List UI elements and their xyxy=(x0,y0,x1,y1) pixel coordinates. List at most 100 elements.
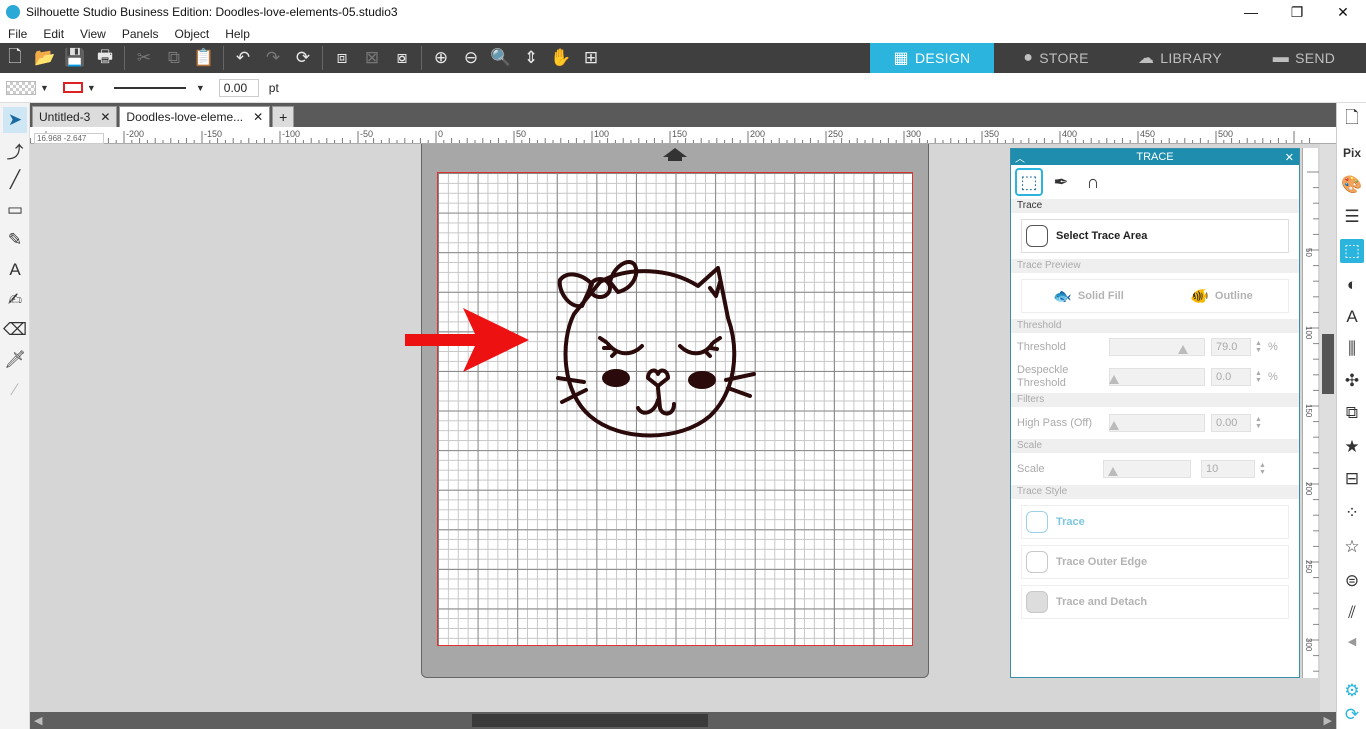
fill-pen-icon[interactable]: ✍ xyxy=(3,287,27,313)
sync-icon[interactable]: ⟳ xyxy=(1340,703,1364,727)
point-edit-icon[interactable]: ⤴ xyxy=(3,137,27,163)
menu-file[interactable]: File xyxy=(0,27,35,41)
text-style-icon[interactable]: A xyxy=(1340,305,1364,329)
transform-icon[interactable]: ✣ xyxy=(1340,369,1364,393)
trace-outer-edge-button[interactable]: Trace Outer Edge xyxy=(1021,545,1289,579)
menu-panels[interactable]: Panels xyxy=(114,27,167,41)
trace-button[interactable]: Trace xyxy=(1021,505,1289,539)
eyedropper-icon[interactable]: ⁄ xyxy=(3,377,27,403)
new-file-icon[interactable]: 🗋 xyxy=(4,47,26,69)
pencil-tool-icon[interactable]: ✎ xyxy=(3,227,27,253)
threshold-value[interactable]: 79.0 xyxy=(1211,338,1251,356)
close-button[interactable]: ✕ xyxy=(1320,0,1366,24)
cat-doodle-image[interactable] xyxy=(550,252,780,448)
line-color-swatch[interactable] xyxy=(62,82,83,93)
menu-object[interactable]: Object xyxy=(167,27,218,41)
scale-slider-knob[interactable] xyxy=(1108,467,1118,476)
despeckle-slider[interactable] xyxy=(1109,368,1205,386)
vertical-scroll-thumb[interactable] xyxy=(1322,334,1334,394)
favorites-star-icon[interactable]: ★ xyxy=(1340,435,1364,459)
open-folder-icon[interactable]: 📂 xyxy=(34,47,56,69)
restore-button[interactable]: ❐ xyxy=(1274,0,1320,24)
select-trace-area-button[interactable]: Select Trace Area xyxy=(1021,219,1289,253)
horizontal-scrollbar[interactable]: ◀ ▶ xyxy=(30,712,1336,729)
sketch-icon[interactable]: ⫽ xyxy=(1340,601,1364,625)
fill-palette-icon[interactable]: 🎨 xyxy=(1340,173,1364,197)
doc-tab-untitled-3[interactable]: Untitled-3 ✕ xyxy=(32,106,118,127)
text-tool-icon[interactable]: A xyxy=(3,257,27,283)
undo-icon[interactable]: ↶ xyxy=(232,47,254,69)
close-icon[interactable]: ✕ xyxy=(1285,151,1294,164)
knife-tool-icon[interactable]: 🗡 xyxy=(3,347,27,373)
line-tool-icon[interactable]: ╱ xyxy=(3,167,27,193)
doc-tab-doodles[interactable]: Doodles-love-eleme... ✕ xyxy=(119,106,271,127)
threshold-slider-knob[interactable] xyxy=(1177,345,1188,354)
redraw-icon[interactable]: ⟳ xyxy=(292,47,314,69)
save-icon[interactable]: 💾 xyxy=(64,47,86,69)
drag-zoom-icon[interactable]: ⇕ xyxy=(520,47,542,69)
spinner-icon[interactable]: ▲ ▼ xyxy=(1255,370,1262,384)
tab-send[interactable]: ▬ SEND xyxy=(1242,43,1366,73)
high-pass-slider[interactable] xyxy=(1109,414,1205,432)
select-arrow-icon[interactable]: ➤ xyxy=(3,107,27,133)
settings-gear-icon[interactable]: ⚙ xyxy=(1340,679,1364,703)
zoom-in-icon[interactable]: ⊕ xyxy=(430,47,452,69)
line-style-icon[interactable]: ☰ xyxy=(1340,205,1364,229)
cut-icon[interactable]: ✂ xyxy=(133,47,155,69)
group-icon[interactable]: ⧈ xyxy=(331,47,353,69)
trace-tab-icon[interactable]: ⬚ xyxy=(1015,168,1043,196)
horizontal-scroll-thumb[interactable] xyxy=(472,714,708,727)
copy-icon[interactable]: ⧉ xyxy=(163,47,185,69)
page-setup-icon[interactable]: 🗋 xyxy=(1340,107,1364,131)
pixscan-icon[interactable]: Pix xyxy=(1340,141,1364,165)
despeckle-slider-knob[interactable] xyxy=(1109,375,1119,384)
chevron-down-icon[interactable]: ▼ xyxy=(87,83,96,93)
eyedropper-icon[interactable]: ✒ xyxy=(1047,168,1075,196)
paste-icon[interactable]: 📋 xyxy=(193,47,215,69)
offset-icon[interactable]: ⊟ xyxy=(1340,467,1364,491)
vertical-scrollbar[interactable] xyxy=(1320,144,1336,712)
spinner-icon[interactable]: ▲ ▼ xyxy=(1259,462,1266,476)
add-tab-button[interactable]: + xyxy=(272,106,295,127)
magnet-icon[interactable]: ∩ xyxy=(1079,168,1107,196)
print-icon[interactable]: 🖶 xyxy=(94,47,116,69)
ungroup-icon[interactable]: ⊠ xyxy=(361,47,383,69)
close-icon[interactable]: ✕ xyxy=(100,110,110,124)
pan-hand-icon[interactable]: ✋ xyxy=(550,47,572,69)
chevron-down-icon[interactable]: ▼ xyxy=(196,83,205,93)
high-pass-slider-knob[interactable] xyxy=(1109,421,1119,430)
line-width-input[interactable]: 0.00 xyxy=(218,78,259,97)
tab-design[interactable]: ▦ DESIGN xyxy=(870,43,994,73)
minimize-button[interactable]: — xyxy=(1228,0,1274,24)
make-compound-icon[interactable]: ⧇ xyxy=(391,47,413,69)
tab-store[interactable]: ● STORE xyxy=(994,43,1118,73)
trace-and-detach-button[interactable]: Trace and Detach xyxy=(1021,585,1289,619)
layers-icon[interactable]: ⊜ xyxy=(1340,569,1364,593)
rectangle-tool-icon[interactable]: ▭ xyxy=(3,197,27,223)
spinner-icon[interactable]: ▲ ▼ xyxy=(1255,340,1262,354)
contrast-icon[interactable]: ◐ xyxy=(1340,273,1364,297)
line-style-sample[interactable] xyxy=(113,86,186,89)
high-pass-value[interactable]: 0.00 xyxy=(1211,414,1251,432)
zoom-out-icon[interactable]: ⊖ xyxy=(460,47,482,69)
tab-library[interactable]: ☁ LIBRARY xyxy=(1118,43,1242,73)
trace-panel-icon[interactable]: ⬚ xyxy=(1340,239,1364,263)
chevron-up-icon[interactable]: ︿ xyxy=(1015,150,1025,165)
menu-view[interactable]: View xyxy=(72,27,114,41)
close-icon[interactable]: ✕ xyxy=(253,110,263,124)
redo-icon[interactable]: ↷ xyxy=(262,47,284,69)
scroll-right-icon[interactable]: ▶ xyxy=(1324,714,1332,727)
fit-to-page-icon[interactable]: ⊞ xyxy=(580,47,602,69)
chevron-down-icon[interactable]: ▼ xyxy=(40,83,49,93)
rhinestone-icon[interactable]: ⁘ xyxy=(1340,501,1364,525)
fill-color-swatch[interactable] xyxy=(6,80,36,95)
despeckle-value[interactable]: 0.0 xyxy=(1211,368,1251,386)
replicate-icon[interactable]: ⧉ xyxy=(1340,401,1364,425)
menu-help[interactable]: Help xyxy=(217,27,258,41)
outline-option[interactable]: 🐠 Outline xyxy=(1155,287,1288,305)
align-icon[interactable]: ⫼ xyxy=(1340,337,1364,361)
threshold-slider[interactable] xyxy=(1109,338,1205,356)
scale-value[interactable]: 10 xyxy=(1201,460,1255,478)
solid-fill-option[interactable]: 🐟 Solid Fill xyxy=(1022,287,1155,305)
zoom-select-icon[interactable]: 🔍 xyxy=(490,47,512,69)
